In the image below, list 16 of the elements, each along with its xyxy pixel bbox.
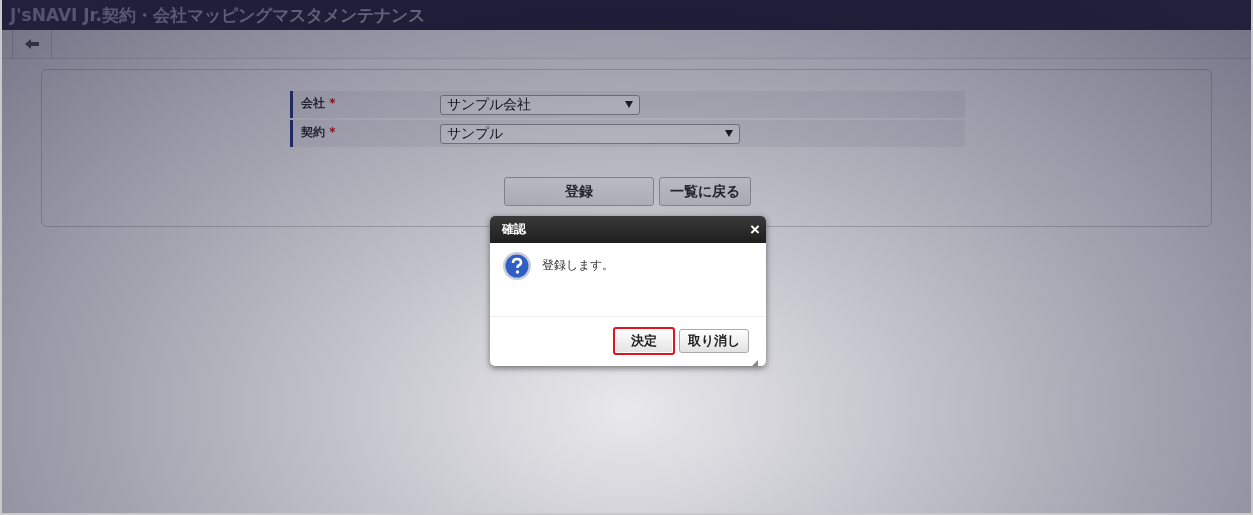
dialog-button[interactable]: 決定 <box>613 327 675 355</box>
resize-grip-icon <box>751 360 758 366</box>
back-button[interactable] <box>12 30 52 58</box>
question-icon <box>502 251 532 281</box>
form-button[interactable]: 一覧に戻る <box>659 177 751 206</box>
dialog-title: 確認 <box>502 221 526 238</box>
dialog-message: 登録します。 <box>542 257 614 274</box>
form-button[interactable]: 登録 <box>504 177 654 206</box>
dropdown-caret-icon <box>625 101 633 108</box>
field-label: 契約 * <box>290 120 430 147</box>
select-field[interactable]: サンプル会社 <box>440 94 640 115</box>
select-field[interactable]: サンプル <box>440 123 740 144</box>
dropdown-caret-icon <box>725 130 733 137</box>
close-button[interactable]: × <box>750 221 760 238</box>
left-arrow-icon <box>25 39 39 49</box>
dialog-button[interactable]: 取り消し <box>679 329 749 353</box>
